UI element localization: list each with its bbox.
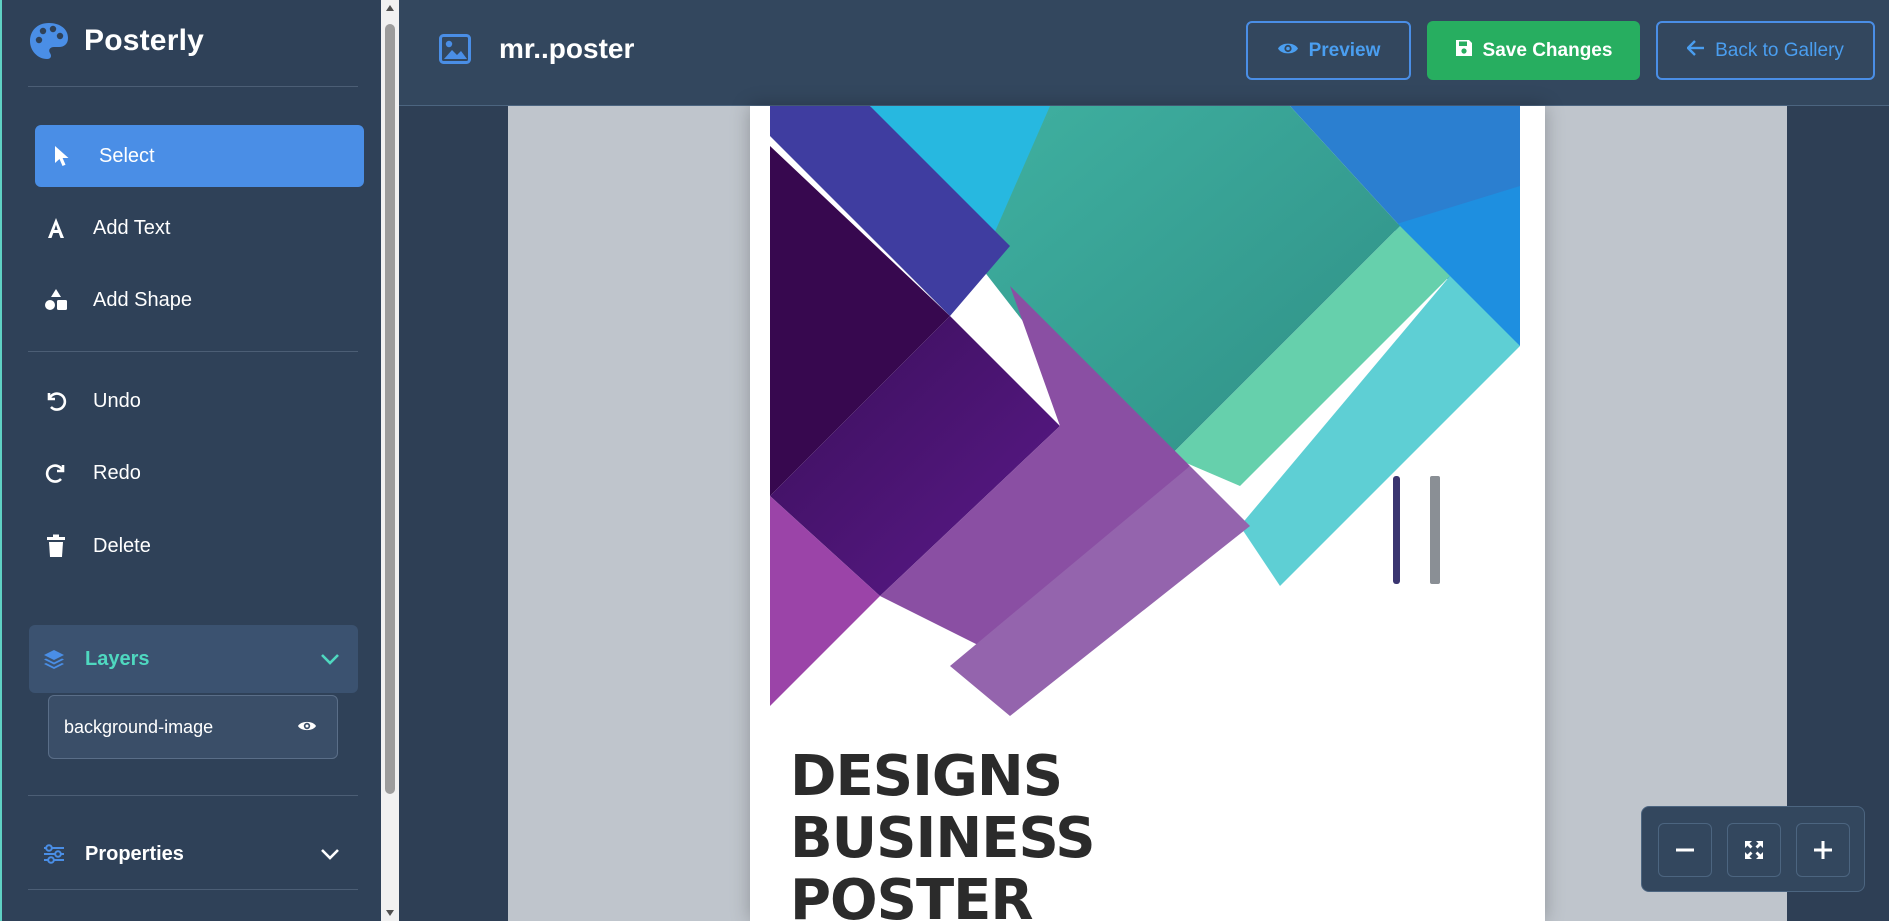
document-title: mr..poster — [499, 33, 635, 64]
scroll-up-arrow-icon[interactable] — [384, 2, 396, 14]
divider — [28, 889, 358, 890]
zoom-out-button[interactable] — [1658, 823, 1712, 877]
add-shape-button[interactable]: Add Shape — [35, 269, 364, 331]
eye-icon[interactable] — [297, 717, 317, 738]
expand-icon — [1745, 841, 1763, 859]
scrollbar-thumb[interactable] — [385, 24, 395, 794]
sidebar-scrollbar[interactable] — [381, 0, 399, 921]
properties-title: Properties — [85, 842, 184, 865]
divider — [28, 86, 358, 87]
poster-canvas[interactable]: DESIGNS BUSINESS POSTER — [750, 106, 1545, 921]
save-label: Save Changes — [1482, 39, 1613, 61]
undo-icon — [39, 390, 73, 412]
layer-name: background-image — [64, 716, 214, 737]
scroll-down-arrow-icon[interactable] — [384, 907, 396, 919]
eye-icon — [1277, 40, 1299, 62]
add-text-button[interactable]: Add Text — [35, 197, 364, 259]
tool-label: Add Shape — [93, 288, 192, 311]
back-label: Back to Gallery — [1715, 39, 1844, 61]
artboard[interactable]: DESIGNS BUSINESS POSTER — [508, 106, 1787, 921]
headline-line: DESIGNS — [790, 744, 1063, 809]
plus-icon — [1814, 841, 1832, 859]
delete-button[interactable]: Delete — [35, 515, 364, 577]
app-logo: Posterly — [28, 20, 204, 62]
redo-icon — [39, 462, 73, 484]
preview-button[interactable]: Preview — [1246, 21, 1411, 80]
chevron-down-icon — [320, 848, 340, 860]
top-bar: mr..poster Preview Save Changes Back to … — [399, 0, 1889, 106]
back-to-gallery-button[interactable]: Back to Gallery — [1656, 21, 1875, 80]
image-icon — [439, 34, 471, 69]
floppy-disk-icon — [1455, 39, 1473, 63]
poster-headline[interactable]: DESIGNS BUSINESS POSTER — [790, 744, 1096, 921]
fit-to-screen-button[interactable] — [1727, 823, 1781, 877]
sidebar: Posterly Select Add Text Add Shape Undo — [0, 0, 381, 921]
tool-label: Add Text — [93, 216, 171, 239]
save-changes-button[interactable]: Save Changes — [1427, 21, 1640, 80]
history-label: Undo — [93, 389, 141, 412]
zoom-in-button[interactable] — [1796, 823, 1850, 877]
sliders-icon — [43, 844, 65, 864]
text-icon — [39, 217, 73, 239]
properties-section-toggle[interactable]: Properties — [29, 820, 358, 888]
preview-label: Preview — [1308, 39, 1381, 61]
zoom-controls — [1641, 806, 1865, 892]
layer-item[interactable]: background-image — [48, 695, 338, 759]
layers-section-toggle[interactable]: Layers — [29, 625, 358, 693]
history-label: Redo — [93, 461, 141, 484]
arrow-left-icon — [1686, 39, 1705, 62]
redo-button[interactable]: Redo — [35, 442, 364, 504]
tool-label: Select — [99, 144, 155, 167]
divider — [28, 795, 358, 796]
divider — [28, 351, 358, 352]
app-name: Posterly — [84, 24, 204, 57]
undo-button[interactable]: Undo — [35, 370, 364, 432]
layers-icon — [43, 648, 65, 670]
minus-icon — [1676, 848, 1694, 852]
trash-icon — [39, 534, 73, 558]
chevron-down-icon — [320, 653, 340, 665]
shapes-icon — [39, 288, 73, 312]
headline-line: BUSINESS — [790, 806, 1096, 871]
layers-title: Layers — [85, 647, 150, 670]
select-tool-button[interactable]: Select — [35, 125, 364, 187]
headline-line: POSTER — [790, 868, 1034, 921]
pointer-icon — [45, 145, 79, 167]
canvas-area[interactable]: DESIGNS BUSINESS POSTER — [399, 106, 1889, 921]
palette-icon — [30, 23, 68, 59]
history-label: Delete — [93, 534, 151, 557]
